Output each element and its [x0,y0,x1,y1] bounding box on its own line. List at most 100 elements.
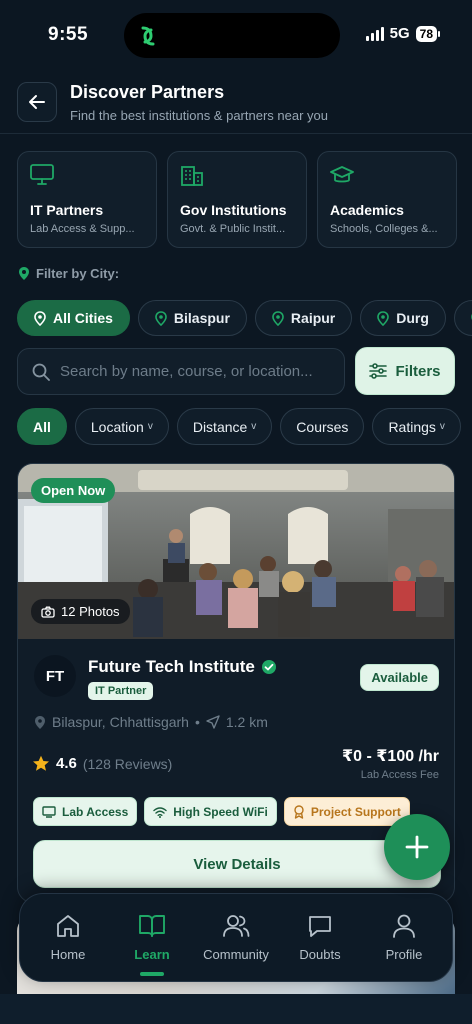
map-pin-icon [272,310,284,326]
add-fab-button[interactable] [384,814,450,880]
chat-icon [309,916,331,937]
nav-learn[interactable]: Learn [110,913,194,976]
feature-label: High Speed WiFi [173,804,268,819]
monitor-icon [42,805,56,818]
sort-chips: All Location v Distance v Courses Rating… [17,408,472,445]
sort-chip-ratings[interactable]: Ratings v [372,408,461,445]
filters-label: Filters [395,362,441,380]
map-pin-icon [155,310,167,326]
institute-name: Future Tech Institute [88,657,255,676]
nav-doubts[interactable]: Doubts [278,913,362,962]
rating-row: 4.6 (128 Reviews) [32,755,172,772]
page-subtitle: Find the best institutions & partners ne… [70,108,328,123]
category-cards: IT Partners Lab Access & Supp... Gov Ins… [17,151,457,248]
category-academics[interactable]: Academics Schools, Colleges &... [317,151,457,248]
search-icon [32,363,50,381]
status-bar: 9:55 5G 78 [0,0,472,70]
category-subtitle: Govt. & Public Instit... [180,223,286,235]
user-icon [393,914,415,938]
back-button[interactable] [17,82,57,122]
category-gov-institutions[interactable]: Gov Institutions Govt. & Public Instit..… [167,151,307,248]
feature-lab-access: Lab Access [33,797,138,826]
graduation-cap-icon [330,166,354,183]
map-pin-icon [34,310,46,326]
photos-count-label: 12 Photos [61,604,120,619]
city-chip-more[interactable] [453,300,472,336]
sort-chip-courses[interactable]: Courses [280,408,365,445]
star-icon [33,755,49,771]
category-title: Academics [330,202,404,218]
home-icon [57,915,79,937]
feature-label: Project Support [310,804,401,819]
category-it-partners[interactable]: IT Partners Lab Access & Supp... [17,151,157,248]
arrow-left-icon [29,95,45,109]
map-pin-icon [19,267,29,280]
view-details-button[interactable]: View Details [33,840,441,888]
chevron-down-icon: v [251,421,257,432]
rating-value: 4.6 [56,755,77,772]
city-chip-label: All Cities [53,310,113,326]
search-input[interactable] [60,363,330,380]
category-subtitle: Schools, Colleges &... [330,223,438,235]
home-indicator-area [0,994,472,1024]
distance-text: 1.2 km [225,714,268,730]
nav-home[interactable]: Home [26,913,110,962]
feature-label: Lab Access [62,804,129,819]
nav-community[interactable]: Community [194,913,278,962]
active-tab-indicator [140,972,164,976]
users-icon [223,915,250,937]
sort-chip-label: All [33,418,51,435]
category-subtitle: Lab Access & Supp... [30,223,135,235]
open-now-badge: Open Now [31,478,116,503]
category-title: Gov Institutions [180,202,287,218]
price-label: Lab Access Fee [360,769,439,781]
filters-button[interactable]: Filters [355,347,455,395]
network-type: 5G [389,25,410,42]
feature-wifi: High Speed WiFi [144,797,277,826]
nav-profile[interactable]: Profile [362,913,446,962]
nav-label: Doubts [299,947,341,962]
battery-icon [438,30,440,37]
sort-chip-label: Ratings [388,418,436,435]
city-chips: All Cities Bilaspur Raipur Durg [17,300,472,336]
wifi-icon [153,806,167,818]
sort-chip-label: Location [90,418,144,435]
nav-label: Community [203,947,269,962]
city-filter-text: Filter by City: [36,266,120,281]
city-chip-raipur[interactable]: Raipur [254,300,353,336]
plus-icon [405,835,429,859]
chevron-down-icon: v [439,421,445,432]
sort-chip-label: Courses [296,418,349,435]
bottom-navigation: Home Learn Community Doubts Profile [19,893,453,982]
photos-count-button[interactable]: 12 Photos [31,599,130,624]
search-box[interactable] [17,348,345,395]
city-chip-all[interactable]: All Cities [17,300,130,336]
city-chip-durg[interactable]: Durg [360,300,446,336]
status-time: 9:55 [48,24,89,45]
sort-chip-distance[interactable]: Distance v [176,408,273,445]
location-text: Bilaspur, Chhattisgarh [52,714,189,730]
sort-chip-all[interactable]: All [17,408,67,445]
institute-logo: FT [34,655,76,697]
page-title: Discover Partners [70,82,225,102]
classroom-photo[interactable]: Open Now 12 Photos [18,464,454,639]
city-chip-label: Durg [396,310,429,326]
partner-type-badge: IT Partner [88,682,154,700]
sort-chip-location[interactable]: Location v [74,408,169,445]
battery-level: 78 [415,25,437,42]
feature-project-support: Project Support [283,797,410,826]
award-icon [294,804,304,819]
city-chip-label: Bilaspur [173,310,230,326]
city-filter-label: Filter by City: [18,266,119,281]
institute-name-row: Future Tech Institute [88,657,277,677]
review-count: (128 Reviews) [82,755,173,772]
signal-icon [365,26,384,41]
navigation-icon [206,715,220,729]
sliders-icon [369,363,388,379]
city-chip-bilaspur[interactable]: Bilaspur [137,300,247,336]
chevron-down-icon: v [147,421,153,432]
camera-icon [41,606,55,618]
sort-chip-label: Distance [192,418,248,435]
page-header: Discover Partners Find the best institut… [0,74,472,134]
nav-label: Home [50,947,86,962]
